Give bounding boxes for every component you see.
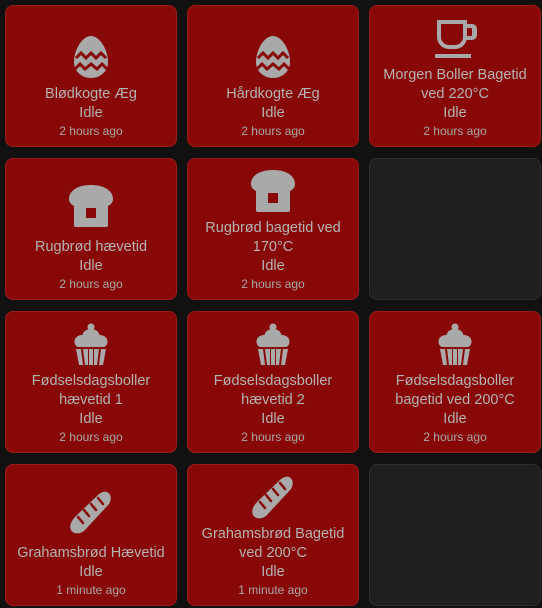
timer-tile-morgen-boller[interactable]: Morgen Boller Bagetid ved 220°C Idle 2 h… — [369, 5, 541, 147]
timer-name: Fødselsdagsboller bagetid ved 200°C — [395, 373, 515, 408]
cupcake-icon — [67, 320, 115, 368]
timer-state: Idle — [79, 258, 103, 274]
timer-state: Idle — [261, 411, 285, 427]
timer-tile-rugbrod-bagetid[interactable]: Rugbrød bagetid ved 170°C Idle 2 hours a… — [187, 158, 359, 300]
timer-last-changed: 2 hours ago — [241, 124, 305, 138]
timer-state: Idle — [261, 564, 285, 580]
timer-name: Fødselsdagsboller hævetid 2 — [213, 373, 333, 408]
timer-last-changed: 2 hours ago — [241, 277, 305, 291]
egg-easter-icon — [67, 33, 115, 81]
empty-tile — [369, 158, 541, 300]
timer-state: Idle — [443, 411, 467, 427]
timer-last-changed: 2 hours ago — [423, 430, 487, 444]
timer-name: Morgen Boller Bagetid ved 220°C — [383, 67, 527, 102]
timer-name: Grahamsbrød Bagetid ved 200°C — [201, 526, 345, 561]
timer-last-changed: 2 hours ago — [59, 277, 123, 291]
timer-last-changed: 2 hours ago — [241, 430, 305, 444]
timer-state: Idle — [79, 105, 103, 121]
timer-tile-fodselsdagsboller-bagetid[interactable]: Fødselsdagsboller bagetid ved 200°C Idle… — [369, 311, 541, 453]
timer-last-changed: 2 hours ago — [59, 124, 123, 138]
timer-last-changed: 1 minute ago — [56, 583, 126, 597]
timer-state: Idle — [443, 105, 467, 121]
empty-tile — [369, 464, 541, 606]
timer-state: Idle — [79, 411, 103, 427]
egg-easter-icon — [249, 33, 297, 81]
timer-state: Idle — [79, 564, 103, 580]
timer-tile-fodselsdagsboller-haevetid-1[interactable]: Fødselsdagsboller hævetid 1 Idle 2 hours… — [5, 311, 177, 453]
bread-slice-icon — [249, 167, 297, 215]
timer-tile-blodkogte-aeg[interactable]: Blødkogte Æg Idle 2 hours ago — [5, 5, 177, 147]
timer-tile-grahamsbrod-haevetid[interactable]: Grahamsbrød Hævetid Idle 1 minute ago — [5, 464, 177, 606]
timer-tile-grahamsbrod-bagetid[interactable]: Grahamsbrød Bagetid ved 200°C Idle 1 min… — [187, 464, 359, 606]
baguette-icon — [249, 473, 297, 521]
timer-last-changed: 1 minute ago — [238, 583, 308, 597]
timer-tile-hardkogte-aeg[interactable]: Hårdkogte Æg Idle 2 hours ago — [187, 5, 359, 147]
timer-name: Blødkogte Æg — [45, 86, 137, 102]
timer-name: Grahamsbrød Hævetid — [17, 545, 165, 561]
timer-name: Rugbrød hævetid — [34, 239, 148, 255]
dashboard-grid: Blødkogte Æg Idle 2 hours ago Hårdkogte … — [0, 0, 542, 608]
timer-last-changed: 2 hours ago — [59, 430, 123, 444]
coffee-cup-icon — [431, 14, 479, 62]
timer-state: Idle — [261, 105, 285, 121]
bread-slice-icon — [67, 182, 115, 230]
timer-name: Rugbrød bagetid ved 170°C — [205, 220, 341, 255]
baguette-icon — [67, 488, 115, 536]
timer-tile-rugbrod-haevetid[interactable]: Rugbrød hævetid Idle 2 hours ago — [5, 158, 177, 300]
cupcake-icon — [431, 320, 479, 368]
timer-state: Idle — [261, 258, 285, 274]
timer-name: Hårdkogte Æg — [226, 86, 320, 102]
timer-last-changed: 2 hours ago — [423, 124, 487, 138]
timer-tile-fodselsdagsboller-haevetid-2[interactable]: Fødselsdagsboller hævetid 2 Idle 2 hours… — [187, 311, 359, 453]
timer-name: Fødselsdagsboller hævetid 1 — [31, 373, 151, 408]
cupcake-icon — [249, 320, 297, 368]
